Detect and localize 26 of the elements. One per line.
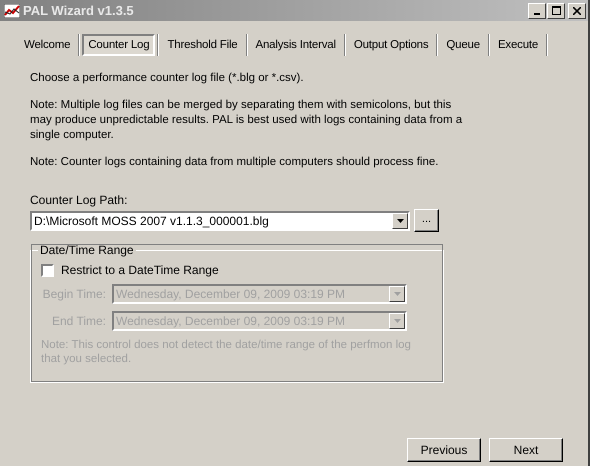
checkbox-label: Restrict to a DateTime Range: [61, 263, 219, 277]
path-combo-box[interactable]: D:\Microsoft MOSS 2007 v1.1.3_000001.blg: [30, 210, 410, 230]
nav-button[interactable]: Previous: [407, 438, 481, 462]
field-label: Counter Log Path:: [30, 193, 128, 207]
close-button[interactable]: [568, 2, 586, 18]
maximize-button[interactable]: [547, 2, 565, 18]
nav-button[interactable]: Next: [489, 438, 563, 462]
minimize-icon: [534, 12, 540, 14]
tab[interactable]: Queue: [440, 34, 486, 56]
window-title: PAL Wizard v1.3.5: [23, 3, 135, 18]
tab[interactable]: Counter Log: [82, 34, 156, 56]
close-icon: [573, 6, 581, 14]
tab[interactable]: Welcome: [18, 34, 76, 56]
app-icon: [4, 4, 20, 18]
group-title: Date/Time Range: [39, 243, 135, 257]
instruction-text: Choose a performance counter log file (*.blg or *.csv).: [30, 71, 305, 86]
instruction-text: Note: Counter logs containing data from multiple computers should process fine.: [30, 155, 440, 170]
tab[interactable]: Analysis Interval: [250, 34, 342, 56]
maximize-icon: [552, 6, 560, 15]
checkbox[interactable]: [41, 264, 54, 276]
tab[interactable]: Output Options: [348, 34, 434, 56]
instruction-text: Note: Multiple log files can be merged by separating them with semicolons, but this may produce unpredictable results. PAL is best used with logs containing data from a single computer.: [30, 98, 464, 143]
tab[interactable]: Threshold File: [161, 34, 244, 56]
browse-button[interactable]: ...: [414, 209, 439, 232]
tab[interactable]: Execute: [492, 34, 544, 56]
minimize-button[interactable]: [528, 2, 546, 18]
